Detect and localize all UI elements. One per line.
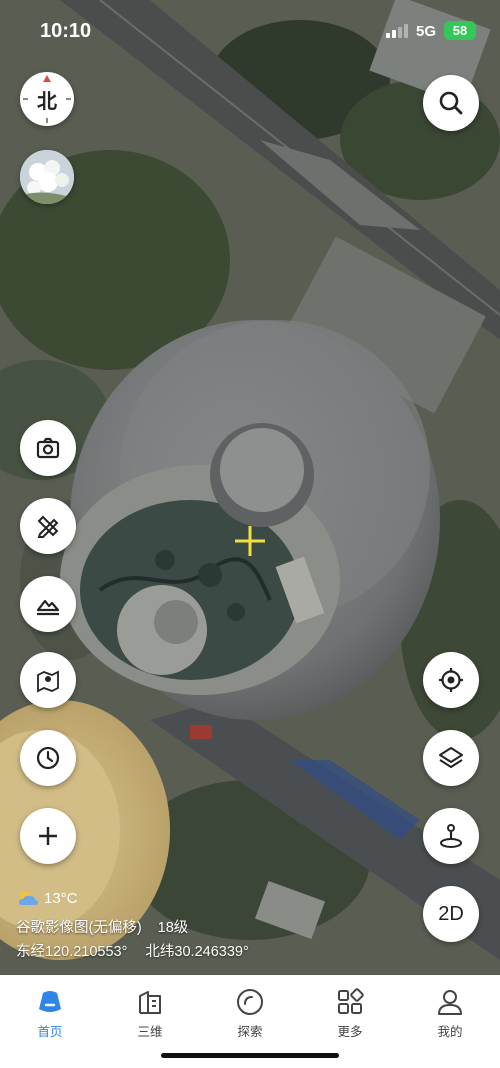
tab-explore[interactable]: 探索 — [200, 987, 300, 1041]
camera-button[interactable] — [20, 420, 76, 476]
compass-ticks-icon — [23, 75, 71, 123]
tab-home[interactable]: 首页 — [0, 987, 100, 1041]
user-icon — [438, 990, 462, 1015]
search-icon — [439, 91, 463, 115]
person-pin-icon — [440, 824, 462, 848]
mountain-icon — [36, 599, 60, 616]
map-info-panel: 谷歌影像图(无偏移) 18级 东经120.210553° 北纬30.246339… — [16, 916, 249, 964]
layers-icon — [439, 747, 463, 768]
tab-profile[interactable]: 我的 — [400, 987, 500, 1041]
zoom-in-button[interactable] — [20, 808, 76, 864]
tab-label: 探索 — [237, 1025, 263, 1039]
status-time: 10:10 — [40, 20, 92, 42]
history-button[interactable] — [20, 730, 76, 786]
plus-icon — [39, 827, 57, 845]
view-mode-label: 2D — [438, 902, 464, 925]
measure-tool-button[interactable] — [20, 498, 76, 554]
grid-apps-icon — [338, 988, 364, 1014]
tab-label: 更多 — [337, 1025, 363, 1039]
tab-label: 首页 — [37, 1025, 63, 1039]
signal-icon — [386, 24, 408, 38]
latitude: 北纬30.246339° — [145, 944, 249, 960]
partly-cloudy-icon — [19, 891, 38, 905]
map-marker-button[interactable] — [20, 652, 76, 708]
ruler-pencil-icon — [37, 515, 59, 538]
photo-thumbnail[interactable] — [20, 150, 74, 204]
tab-label: 我的 — [437, 1025, 463, 1039]
compass-button[interactable]: 北 — [20, 72, 74, 126]
longitude: 东经120.210553° — [16, 944, 128, 960]
locate-target-icon — [439, 668, 463, 692]
camera-icon — [36, 437, 60, 459]
weather-widget: 13°C — [16, 889, 78, 907]
street-view-button[interactable] — [423, 808, 479, 864]
map-pin-icon — [37, 670, 59, 693]
search-button[interactable] — [423, 75, 479, 131]
home-indicator — [161, 1053, 339, 1058]
network-type: 5G — [416, 23, 437, 40]
battery-indicator: 58 — [444, 21, 476, 40]
view-mode-button[interactable]: 2D — [423, 886, 479, 942]
buildings-3d-icon — [139, 991, 161, 1014]
tab-3d[interactable]: 三维 — [100, 987, 200, 1041]
layer-source: 谷歌影像图(无偏移) — [16, 920, 142, 936]
tab-more[interactable]: 更多 — [300, 987, 400, 1041]
tab-label: 三维 — [137, 1025, 163, 1039]
clock-icon — [36, 746, 60, 770]
temperature: 13°C — [44, 889, 78, 907]
terrain-button[interactable] — [20, 576, 76, 632]
explore-compass-icon — [237, 989, 263, 1015]
zoom-level: 18级 — [157, 920, 189, 936]
status-bar: 10:10 5G 58 — [0, 0, 500, 60]
locate-button[interactable] — [423, 652, 479, 708]
home-map-icon — [39, 991, 61, 1012]
layers-button[interactable] — [423, 730, 479, 786]
flower-photo-icon — [20, 150, 74, 204]
